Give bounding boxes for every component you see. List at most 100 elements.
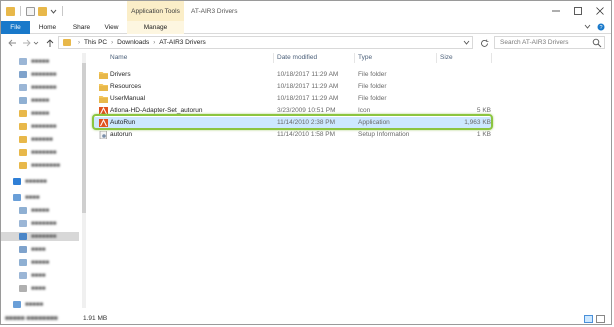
nav-item-icon	[19, 162, 27, 169]
nav-item[interactable]: ■■■■■	[19, 96, 49, 105]
column-divider[interactable]	[273, 53, 274, 63]
quick-access-toolbar	[6, 5, 65, 17]
expand-ribbon-icon[interactable]	[584, 23, 591, 32]
nav-item-icon	[19, 149, 27, 156]
file-type: File folder	[358, 95, 387, 102]
up-button[interactable]	[44, 37, 56, 49]
details-view-button[interactable]	[584, 315, 593, 323]
nav-item-icon	[19, 110, 27, 117]
nav-item-icon	[19, 207, 27, 214]
nav-item[interactable]: ■■■■■■■■	[19, 161, 60, 170]
nav-item[interactable]: ■■■■■	[19, 109, 49, 118]
file-name: Resources	[110, 83, 142, 90]
folder-icon	[99, 95, 108, 103]
nav-item[interactable]: ■■■■■	[19, 258, 49, 267]
nav-item-icon	[19, 233, 27, 240]
nav-item-label: ■■■■■■■	[31, 123, 57, 130]
nav-item-icon	[19, 58, 27, 65]
status-selected-size: 1.91 MB	[83, 315, 108, 322]
search-input[interactable]: Search AT-AIR3 Drivers	[494, 36, 605, 49]
nav-item[interactable]: ■■■■	[13, 193, 40, 202]
nav-item-label: ■■■■■	[31, 110, 50, 117]
file-date: 10/18/2017 11:29 AM	[277, 71, 339, 78]
column-divider[interactable]	[491, 53, 492, 63]
file-size	[431, 69, 491, 80]
tab-home[interactable]: Home	[34, 21, 61, 34]
nav-item[interactable]: ■■■■■■■	[19, 219, 56, 228]
breadcrumb-separator: ›	[78, 39, 80, 46]
nav-item-selected[interactable]: ■■■■■■■	[1, 232, 79, 241]
breadcrumb-downloads[interactable]: Downloads	[116, 39, 150, 46]
help-icon[interactable]: ?	[597, 23, 605, 33]
nav-item[interactable]: ■■■■■■■	[19, 83, 56, 92]
file-date: 10/18/2017 11:29 AM	[277, 83, 339, 90]
nav-item-label: ■■■■■■■■	[31, 162, 60, 169]
nav-scrollbar[interactable]	[82, 53, 86, 308]
file-row[interactable]: UserManual 10/18/2017 11:29 AM File fold…	[94, 93, 491, 104]
nav-item[interactable]: ■■■■■■■	[19, 148, 56, 157]
file-name: UserManual	[110, 95, 146, 102]
nav-item[interactable]: ■■■■■■	[19, 135, 53, 144]
nav-item[interactable]: ■■■■■■■	[19, 70, 56, 79]
nav-item-label: ■■■■■	[31, 58, 50, 65]
nav-item-icon	[19, 136, 27, 143]
chevron-down-icon[interactable]	[50, 7, 57, 16]
nav-item-label: ■■■■■	[31, 97, 50, 104]
refresh-button[interactable]	[478, 37, 490, 49]
close-button[interactable]	[589, 1, 611, 21]
large-icons-view-button[interactable]	[596, 315, 605, 323]
back-button[interactable]	[6, 37, 18, 49]
breadcrumb-this-pc[interactable]: This PC	[83, 39, 108, 46]
nav-item-icon	[19, 246, 27, 253]
forward-button[interactable]	[20, 37, 32, 49]
column-divider[interactable]	[354, 53, 355, 63]
search-icon[interactable]	[592, 38, 602, 48]
tab-view[interactable]: View	[99, 21, 124, 34]
setup-info-icon	[99, 130, 108, 140]
nav-item[interactable]: ■■■■■	[19, 206, 49, 215]
nav-item-icon	[19, 259, 27, 266]
breadcrumb-current-folder[interactable]: AT-AIR3 Drivers	[158, 39, 206, 46]
breadcrumb-separator: ›	[111, 39, 114, 46]
address-dropdown-icon[interactable]	[463, 39, 470, 48]
column-header-date[interactable]: Date modified	[277, 54, 317, 61]
nav-item-label: ■■■■	[31, 272, 46, 279]
tab-file[interactable]: File	[1, 21, 30, 34]
maximize-button[interactable]	[567, 1, 589, 21]
new-folder-icon[interactable]	[38, 6, 47, 16]
tab-share[interactable]: Share	[67, 21, 96, 34]
nav-item-icon	[19, 272, 27, 279]
minimize-button[interactable]	[545, 1, 567, 21]
ribbon-tab-bar: File Home Share View Manage ?	[1, 21, 611, 34]
nav-item[interactable]: ■■■■■	[13, 300, 43, 309]
address-bar[interactable]: › This PC › Downloads › AT-AIR3 Drivers	[58, 36, 473, 49]
column-header-size[interactable]: Size	[440, 54, 453, 61]
column-header-name[interactable]: Name	[110, 54, 127, 61]
nav-item[interactable]: ■■■■■	[19, 57, 49, 66]
file-row[interactable]: Drivers 10/18/2017 11:29 AM File folder	[94, 69, 491, 80]
view-buttons	[584, 315, 605, 323]
nav-item[interactable]: ■■■■■■	[13, 177, 47, 186]
file-type: File folder	[358, 71, 387, 78]
search-placeholder: Search AT-AIR3 Drivers	[500, 39, 569, 46]
nav-item[interactable]: ■■■■	[19, 245, 46, 254]
nav-item[interactable]: ■■■■	[19, 284, 46, 293]
file-row[interactable]: Resources 10/18/2017 11:29 AM File folde…	[94, 81, 491, 92]
recent-locations-button[interactable]	[32, 37, 40, 49]
column-divider[interactable]	[436, 53, 437, 63]
nav-item-label: ■■■■■■■	[31, 71, 57, 78]
properties-icon[interactable]	[26, 6, 35, 16]
nav-scrollbar-thumb[interactable]	[82, 63, 86, 213]
column-header-type[interactable]: Type	[358, 54, 372, 61]
nav-item[interactable]: ■■■■	[19, 271, 46, 280]
context-group-label: Application Tools	[127, 1, 184, 21]
svg-text:?: ?	[599, 25, 602, 31]
file-name: autorun	[110, 131, 133, 138]
highlight-frame	[92, 114, 493, 130]
window-title: AT-AIR3 Drivers	[191, 8, 238, 15]
file-row[interactable]: autorun 11/14/2010 1:58 PM Setup Informa…	[94, 129, 491, 140]
tab-manage[interactable]: Manage	[127, 21, 184, 34]
folder-icon	[6, 6, 15, 16]
network-icon	[13, 301, 21, 308]
nav-item[interactable]: ■■■■■■■	[19, 122, 56, 131]
